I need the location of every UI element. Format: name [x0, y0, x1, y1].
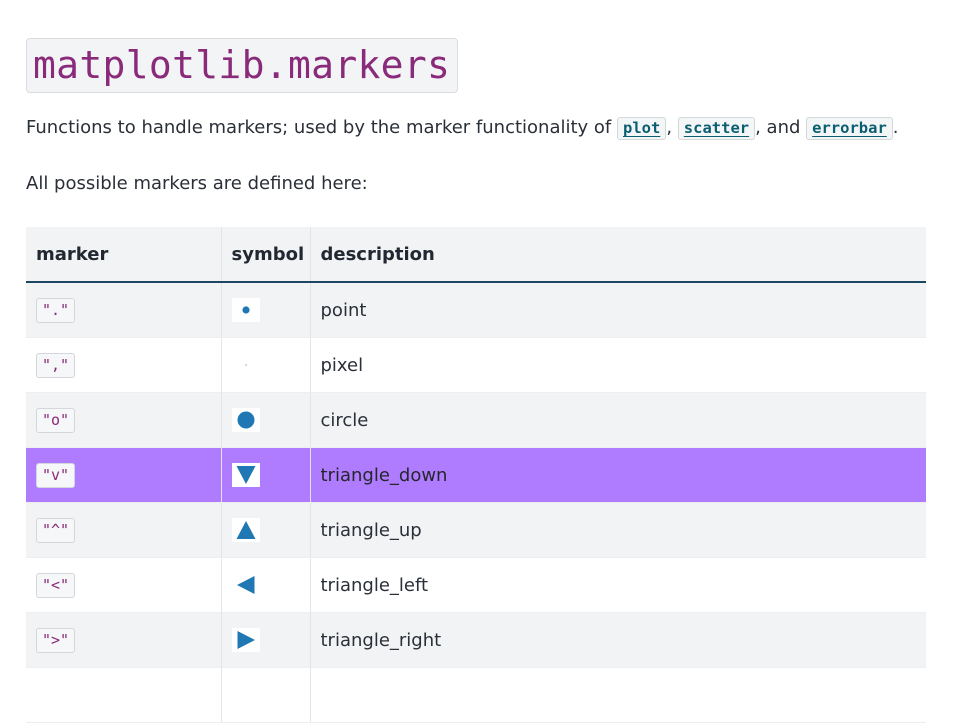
symbol-cell: [221, 282, 311, 338]
table-row: "<" triangle_left: [26, 557, 926, 613]
header-description: description: [310, 227, 926, 283]
point-marker-icon: [231, 298, 260, 322]
doc-page: matplotlib.markers Functions to handle m…: [26, 38, 926, 723]
intro-paragraph: Functions to handle markers; used by the…: [26, 115, 926, 141]
marker-cell: "<": [26, 557, 222, 613]
table-row-highlighted: "v" triangle_down: [26, 447, 926, 503]
marker-code: "o": [36, 407, 76, 433]
marker-cell: ">": [26, 612, 222, 668]
triangle-up-marker-icon: [231, 518, 260, 542]
marker-code: ".": [36, 297, 76, 323]
description-cell: point: [310, 282, 926, 338]
page-title-text: matplotlib.markers: [33, 43, 451, 87]
marker-cell: ",": [26, 337, 222, 393]
table-row: ">" triangle_right: [26, 612, 926, 668]
intro-suffix: .: [892, 117, 899, 138]
table-row: "," pixel: [26, 337, 926, 393]
marker-cell: "v": [26, 447, 222, 503]
circle-marker-icon: [231, 408, 260, 432]
triangle-left-marker-icon: [231, 573, 260, 597]
table-row: "^" triangle_up: [26, 502, 926, 558]
markers-table: marker symbol description "." point "," …: [26, 227, 926, 723]
table-row: "o" circle: [26, 392, 926, 448]
table-row: "." point: [26, 282, 926, 338]
page-title: matplotlib.markers: [26, 38, 459, 93]
description-cell: triangle_right: [310, 612, 926, 668]
intro-sep2: , and: [755, 117, 807, 138]
marker-cell: "^": [26, 502, 222, 558]
description-cell: [310, 667, 926, 723]
description-cell: triangle_left: [310, 557, 926, 613]
symbol-cell: [221, 612, 311, 668]
description-cell: pixel: [310, 337, 926, 393]
triangle-right-marker-icon: [231, 628, 260, 652]
marker-code: "<": [36, 572, 76, 598]
marker-cell: [26, 667, 222, 723]
symbol-cell: [221, 667, 311, 723]
pixel-marker-icon: [231, 353, 260, 377]
symbol-cell: [221, 557, 311, 613]
marker-code: ">": [36, 627, 76, 653]
marker-code: "^": [36, 517, 76, 543]
description-cell: triangle_down: [310, 447, 926, 503]
symbol-cell: [221, 447, 311, 503]
intro-sep1: ,: [666, 117, 678, 138]
marker-code: "v": [36, 462, 76, 488]
table-header-row: marker symbol description: [26, 227, 926, 283]
table-row: [26, 667, 926, 723]
header-symbol: symbol: [221, 227, 311, 283]
symbol-cell: [221, 392, 311, 448]
marker-cell: "o": [26, 392, 222, 448]
header-marker: marker: [26, 227, 222, 283]
description-cell: circle: [310, 392, 926, 448]
description-cell: triangle_up: [310, 502, 926, 558]
plot-link[interactable]: plot: [617, 117, 667, 140]
errorbar-link[interactable]: errorbar: [806, 117, 893, 140]
marker-cell: ".": [26, 282, 222, 338]
symbol-cell: [221, 337, 311, 393]
marker-code: ",": [36, 352, 76, 378]
scatter-link[interactable]: scatter: [677, 117, 756, 140]
triangle-down-marker-icon: [231, 463, 260, 487]
defined-text: All possible markers are defined here:: [26, 173, 368, 194]
symbol-cell: [221, 502, 311, 558]
intro-prefix: Functions to handle markers; used by the…: [26, 117, 617, 138]
